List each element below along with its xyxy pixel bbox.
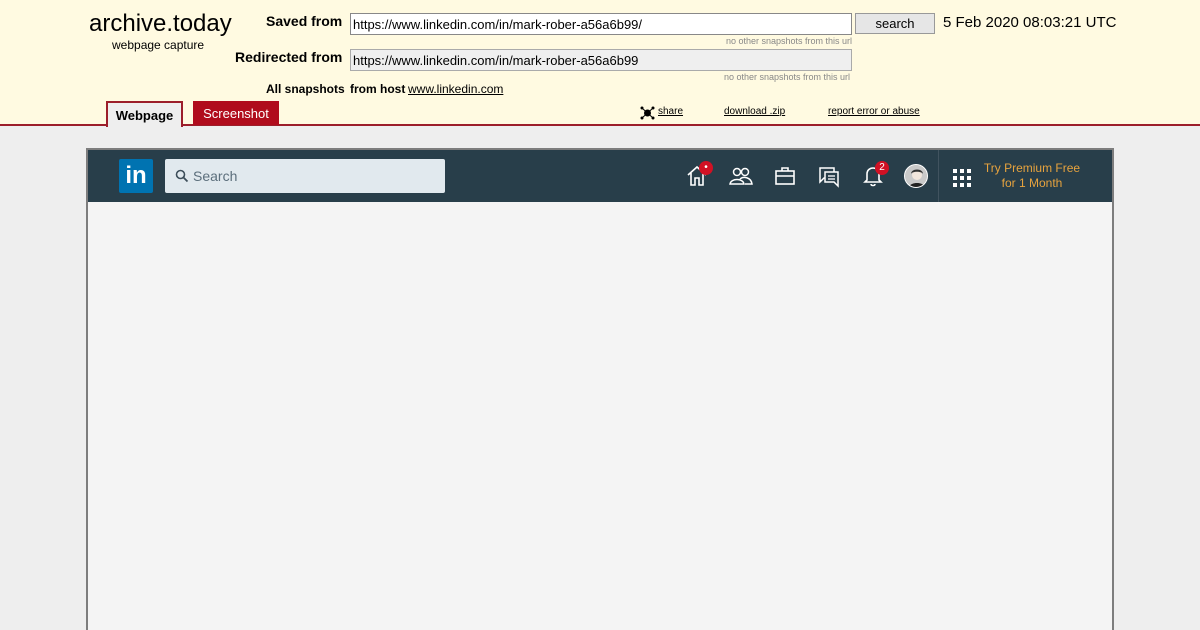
archive-logo-subtitle: webpage capture (112, 38, 205, 52)
redirected-from-label: Redirected from (235, 49, 343, 65)
avatar-image (905, 165, 927, 187)
all-snapshots-label: All snapshots (266, 82, 345, 96)
saved-from-label: Saved from (266, 13, 343, 29)
share-icon[interactable] (640, 106, 655, 120)
search-input[interactable]: Search (165, 159, 445, 193)
try-premium-link[interactable]: Try Premium Free for 1 Month (978, 161, 1086, 191)
messaging-icon[interactable] (816, 163, 842, 189)
profile-avatar[interactable] (904, 164, 928, 188)
nav-divider (938, 150, 939, 202)
host-link[interactable]: www.linkedin.com (408, 82, 503, 96)
notifications-badge: 2 (875, 161, 889, 175)
apps-grid-icon[interactable] (952, 168, 972, 188)
linkedin-logo[interactable]: in (119, 159, 153, 193)
premium-line-1: Try Premium Free (983, 161, 1081, 175)
download-zip-link[interactable]: download .zip (724, 106, 785, 117)
share-link[interactable]: share (658, 106, 683, 117)
captured-page-frame: in Search • 2 Try Premium Free for 1 Mon… (86, 148, 1114, 630)
my-network-icon[interactable] (728, 163, 754, 189)
no-other-snapshots-note: no other snapshots from this url (725, 36, 852, 46)
tab-webpage[interactable]: Webpage (106, 101, 183, 127)
search-button[interactable]: search (855, 13, 935, 34)
redirected-from-url-input[interactable] (350, 49, 852, 71)
search-icon (175, 169, 189, 183)
tab-screenshot[interactable]: Screenshot (193, 101, 279, 125)
report-link[interactable]: report error or abuse (828, 106, 920, 117)
from-host-label: from host (350, 82, 406, 96)
saved-from-url-input[interactable] (350, 13, 852, 35)
linkedin-nav-bar: in Search • 2 Try Premium Free for 1 Mon… (88, 150, 1112, 202)
archive-logo-title[interactable]: archive.today (89, 10, 232, 38)
premium-line-2: for 1 Month (1001, 176, 1063, 190)
no-other-snapshots-note-2: no other snapshots from this url (723, 72, 850, 82)
search-placeholder: Search (193, 168, 238, 184)
home-badge: • (699, 161, 713, 175)
capture-timestamp: 5 Feb 2020 08:03:21 UTC (943, 14, 1117, 31)
jobs-icon[interactable] (772, 163, 798, 189)
